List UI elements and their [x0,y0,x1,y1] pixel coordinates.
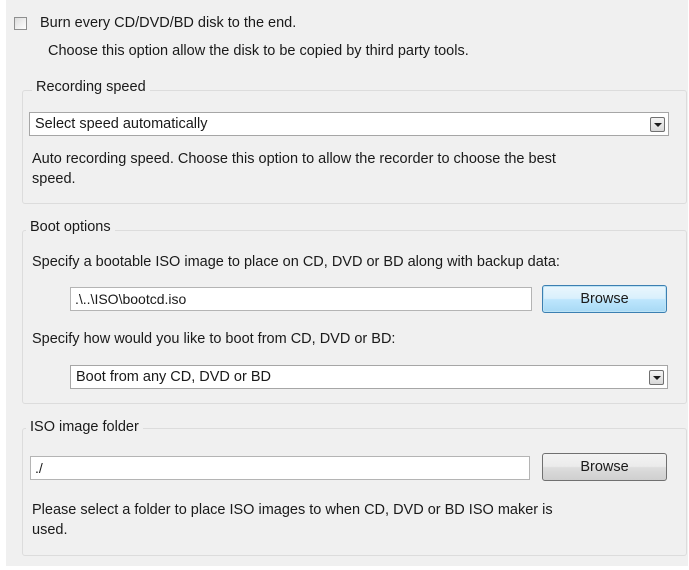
recording-speed-select[interactable]: Select speed automatically [29,112,669,136]
boot-method-value: Boot from any CD, DVD or BD [76,369,271,385]
iso-folder-group [22,428,687,556]
boot-method-select[interactable]: Boot from any CD, DVD or BD [70,365,668,389]
recording-speed-value: Select speed automatically [35,116,208,132]
iso-folder-title: ISO image folder [26,418,143,436]
boot-iso-browse-button[interactable]: Browse [542,285,667,313]
boot-iso-path-input[interactable] [70,287,532,311]
boot-iso-prompt: Specify a bootable ISO image to place on… [32,254,560,270]
iso-folder-path-input[interactable] [30,456,530,480]
boot-method-prompt: Specify how would you like to boot from … [32,331,396,347]
iso-folder-browse-button[interactable]: Browse [542,453,667,481]
boot-options-title: Boot options [26,218,115,236]
burn-to-end-checkbox[interactable] [14,17,27,30]
recording-speed-description-line1: Auto recording speed. Choose this option… [32,151,556,167]
recording-speed-description-line2: speed. [32,171,76,187]
chevron-down-icon[interactable] [649,370,664,385]
burn-to-end-label[interactable]: Burn every CD/DVD/BD disk to the end. [40,14,296,32]
recording-speed-title: Recording speed [32,78,150,96]
recording-speed-group [22,90,687,204]
burn-to-end-description: Choose this option allow the disk to be … [48,43,469,59]
iso-folder-description-line2: used. [32,522,68,538]
iso-folder-description-line1: Please select a folder to place ISO imag… [32,502,553,518]
chevron-down-icon[interactable] [650,117,665,132]
